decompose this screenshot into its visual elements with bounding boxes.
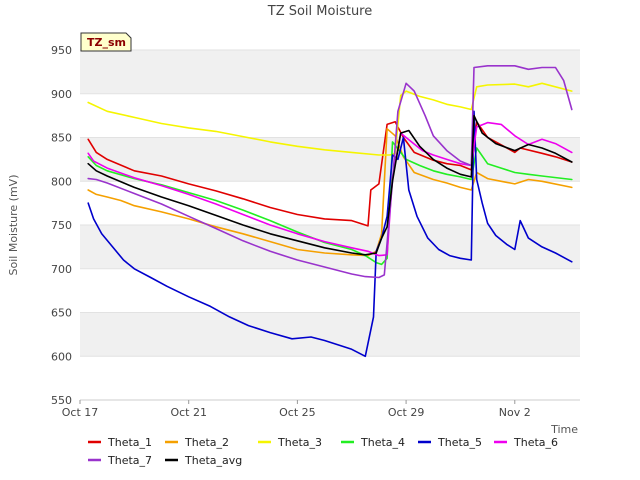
station-badge: TZ_sm: [80, 32, 132, 52]
x-axis: Oct 17 Oct 21 Oct 25 Oct 29 Nov 2: [62, 399, 580, 419]
grid-band: [80, 50, 580, 94]
legend-label: Theta_1: [107, 436, 152, 449]
grid-band: [80, 225, 580, 269]
legend-item-theta-4: Theta_4: [341, 436, 405, 449]
x-tick-label: Oct 25: [279, 406, 316, 419]
legend-label: Theta_2: [184, 436, 229, 449]
legend-label: Theta_4: [360, 436, 405, 449]
y-tick-label: 650: [51, 307, 72, 320]
y-tick-label: 600: [51, 350, 72, 363]
legend-label: Theta_7: [107, 454, 152, 467]
y-tick-label: 900: [51, 88, 72, 101]
legend-label: Theta_6: [513, 436, 558, 449]
legend-item-theta-3: Theta_3: [258, 436, 322, 449]
legend-item-theta-avg: Theta_avg: [165, 454, 242, 467]
legend-item-theta-1: Theta_1: [88, 436, 152, 449]
legend-item-theta-7: Theta_7: [88, 454, 152, 467]
y-axis: 550600650700750800850900950: [51, 44, 72, 407]
legend-label: Theta_3: [277, 436, 322, 449]
chart: TZ Soil Moisture 55060065070075080085090…: [7, 4, 580, 467]
y-tick-label: 750: [51, 219, 72, 232]
x-tick-label: Oct 21: [170, 406, 207, 419]
x-axis-label: Time: [550, 423, 578, 436]
legend: Theta_1 Theta_2 Theta_3 Theta_4 Theta_5 Theta…: [88, 436, 558, 467]
plot-area: [80, 49, 580, 401]
legend-item-theta-2: Theta_2: [165, 436, 229, 449]
y-tick-label: 850: [51, 132, 72, 145]
y-tick-label: 800: [51, 175, 72, 188]
legend-label: Theta_avg: [184, 454, 242, 467]
x-tick-label: Oct 29: [388, 406, 425, 419]
chart-title: TZ Soil Moisture: [267, 4, 373, 19]
y-tick-label: 950: [51, 44, 72, 57]
y-axis-label: Soil Moisture (mV): [7, 175, 20, 276]
station-badge-label: TZ_sm: [87, 36, 126, 49]
grid-band: [80, 312, 580, 357]
y-tick-label: 700: [51, 263, 72, 276]
legend-item-theta-5: Theta_5: [418, 436, 482, 449]
legend-item-theta-6: Theta_6: [494, 436, 558, 449]
x-tick-label: Oct 17: [62, 406, 99, 419]
x-tick-label: Nov 2: [499, 406, 531, 419]
legend-label: Theta_5: [437, 436, 482, 449]
